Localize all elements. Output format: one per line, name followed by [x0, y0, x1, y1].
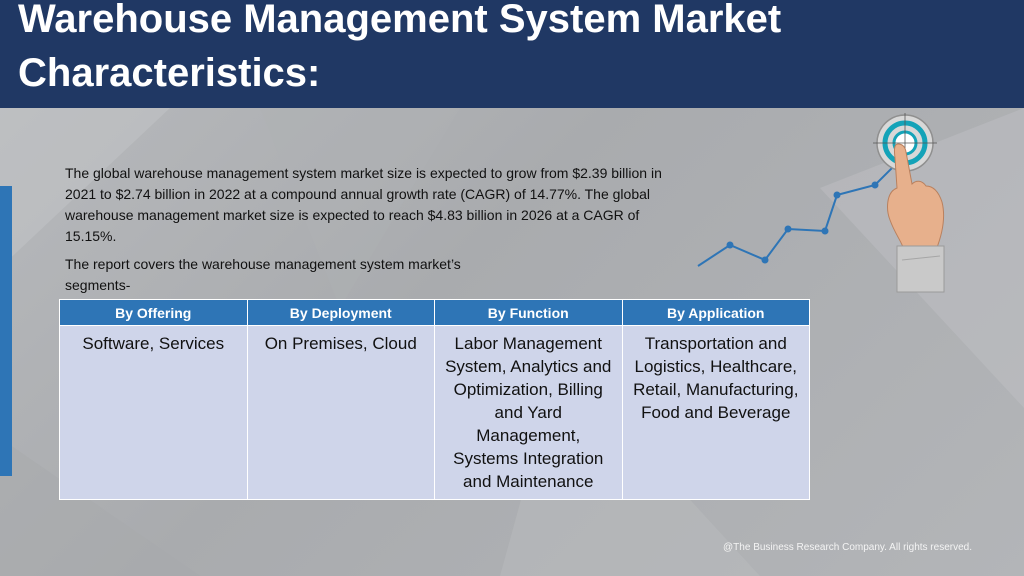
cell-function: Labor Management System, Analytics and O… [434, 325, 623, 500]
cell-deployment: On Premises, Cloud [246, 325, 435, 500]
header-by-function: By Function [434, 299, 623, 326]
left-accent-bar [0, 186, 12, 476]
cell-offering: Software, Services [59, 325, 248, 500]
header-by-application: By Application [621, 299, 810, 326]
segments-note: The report covers the warehouse manageme… [65, 256, 461, 293]
copyright-footer: @The Business Research Company. All righ… [723, 542, 972, 553]
header-by-offering: By Offering [59, 299, 248, 326]
table-header-row: By Offering By Deployment By Function By… [59, 299, 810, 326]
table-row: Software, Services On Premises, Cloud La… [59, 325, 810, 500]
cell-application: Transportation and Logistics, Healthcare… [621, 325, 810, 500]
intro-text: The global warehouse management system m… [65, 163, 675, 303]
segments-table: By Offering By Deployment By Function By… [59, 299, 810, 500]
market-size-paragraph: The global warehouse management system m… [65, 165, 662, 244]
header-by-deployment: By Deployment [246, 299, 435, 326]
target-growth-hand-icon [697, 113, 945, 293]
page-title: Warehouse Management System Market Chara… [18, 0, 782, 95]
title-bar: Warehouse Management System Market Chara… [0, 0, 1024, 108]
